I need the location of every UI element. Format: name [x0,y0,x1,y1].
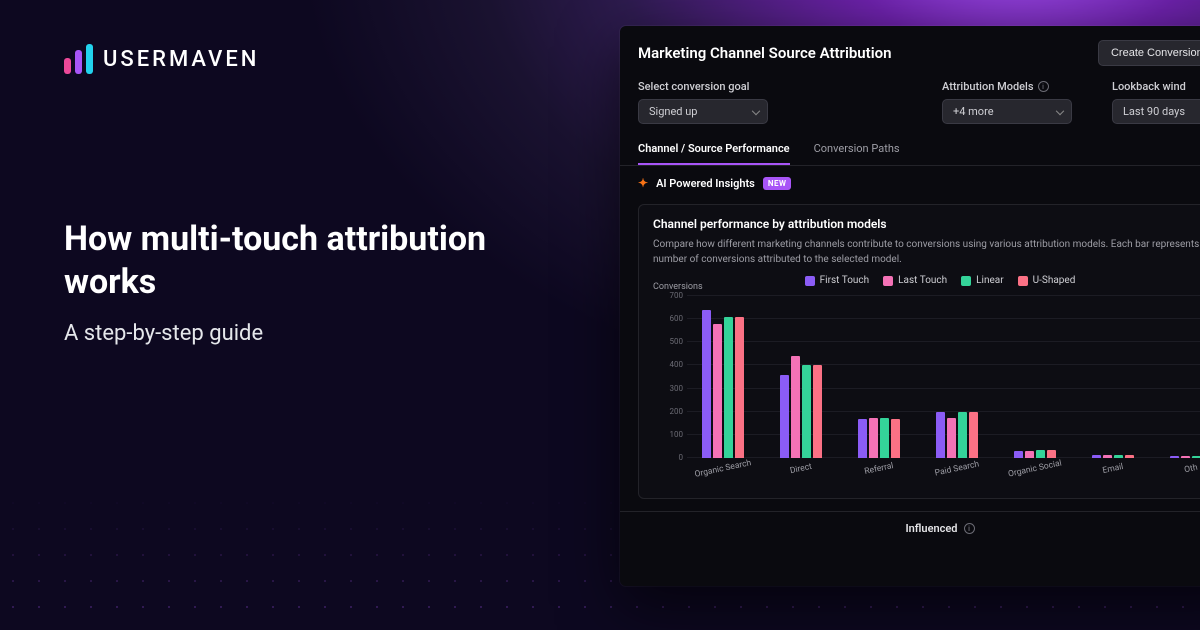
legend-label: Last Touch [898,275,947,286]
goal-select[interactable]: Signed up [638,99,768,124]
legend-label: First Touch [820,275,870,286]
influenced-tab[interactable]: Influenced i [620,511,1200,545]
legend-swatch [805,276,815,286]
bar[interactable] [735,317,744,458]
bar[interactable] [802,365,811,458]
bar[interactable] [724,317,733,458]
bar[interactable] [880,418,889,459]
lookback-label: Lookback wind [1112,80,1200,93]
goal-label: Select conversion goal [638,80,768,93]
card-description: Compare how different marketing channels… [653,237,1200,267]
x-axis-label: Oth [1183,463,1198,476]
bar[interactable] [969,412,978,458]
x-axis-label: Email [1102,462,1125,476]
brand-logo: USERMAVEN [64,44,259,74]
page-title: Marketing Channel Source Attribution [638,44,891,62]
bar-group: Paid Search [921,412,993,458]
lookback-select[interactable]: Last 90 days [1112,99,1200,124]
bar[interactable] [891,419,900,458]
bar[interactable] [1014,451,1023,458]
x-axis-label: Organic Social [1007,458,1062,479]
legend-swatch [961,276,971,286]
bar[interactable] [1114,455,1123,458]
bar[interactable] [713,324,722,458]
legend-label: Linear [976,275,1003,286]
x-axis-label: Paid Search [934,459,980,478]
bar[interactable] [791,356,800,458]
ai-insights-label: AI Powered Insights [656,177,755,190]
bar[interactable] [869,418,878,459]
info-icon: i [964,523,975,534]
bar-group: Direct [765,356,837,458]
chart-card: Channel performance by attribution model… [638,204,1200,499]
bar[interactable] [858,419,867,458]
ai-insights-row[interactable]: ✦ AI Powered Insights NEW [620,166,1200,200]
models-select[interactable]: +4 more [942,99,1072,124]
legend-swatch [883,276,893,286]
sparkle-icon: ✦ [638,176,648,190]
bar[interactable] [1036,450,1045,458]
legend-item[interactable]: U-Shaped [1018,275,1076,286]
card-title: Channel performance by attribution model… [653,217,1200,231]
chart: Conversions 0100200300400500600700 Organ… [653,296,1200,486]
bar[interactable] [1192,456,1200,458]
bar[interactable] [813,365,822,458]
legend-item[interactable]: Linear [961,275,1003,286]
bar-group: Organic Search [687,310,759,458]
legend-item[interactable]: Last Touch [883,275,947,286]
logo-bars-icon [64,44,93,74]
bar[interactable] [958,412,967,458]
x-axis-label: Referral [864,461,895,477]
bar[interactable] [1025,451,1034,458]
chart-legend: First Touch Last Touch Linear U-Shaped [653,275,1200,286]
tab-performance[interactable]: Channel / Source Performance [638,134,790,165]
bar[interactable] [1181,456,1190,458]
bar[interactable] [1047,450,1056,458]
legend-item[interactable]: First Touch [805,275,870,286]
bar[interactable] [702,310,711,458]
app-preview: Marketing Channel Source Attribution Cre… [620,26,1200,586]
bar[interactable] [936,412,945,458]
bar-group: Referral [843,418,915,459]
new-badge: NEW [763,177,792,190]
bar[interactable] [947,418,956,459]
headline-title: How multi-touch attribution works [64,218,584,303]
legend-label: U-Shaped [1033,275,1076,286]
headline: How multi-touch attribution works A step… [64,218,584,346]
logo-text: USERMAVEN [103,47,259,72]
bar[interactable] [1125,455,1134,458]
x-axis-label: Direct [789,462,813,476]
headline-subtitle: A step-by-step guide [64,321,584,346]
info-icon: i [1038,81,1049,92]
models-label: Attribution Modelsi [942,80,1072,93]
bar[interactable] [1103,455,1112,458]
x-axis-label: Organic Search [694,458,752,480]
bar-group: Organic Social [999,450,1071,458]
bar[interactable] [1092,455,1101,458]
tabs: Channel / Source Performance Conversion … [620,134,1200,166]
bar[interactable] [780,375,789,458]
bar-group: Email [1077,455,1149,458]
bar[interactable] [1170,456,1179,458]
bar-group: Oth [1155,456,1200,458]
create-goal-button[interactable]: Create Conversion Goal [1098,40,1200,66]
legend-swatch [1018,276,1028,286]
tab-conversion-paths[interactable]: Conversion Paths [814,134,900,165]
